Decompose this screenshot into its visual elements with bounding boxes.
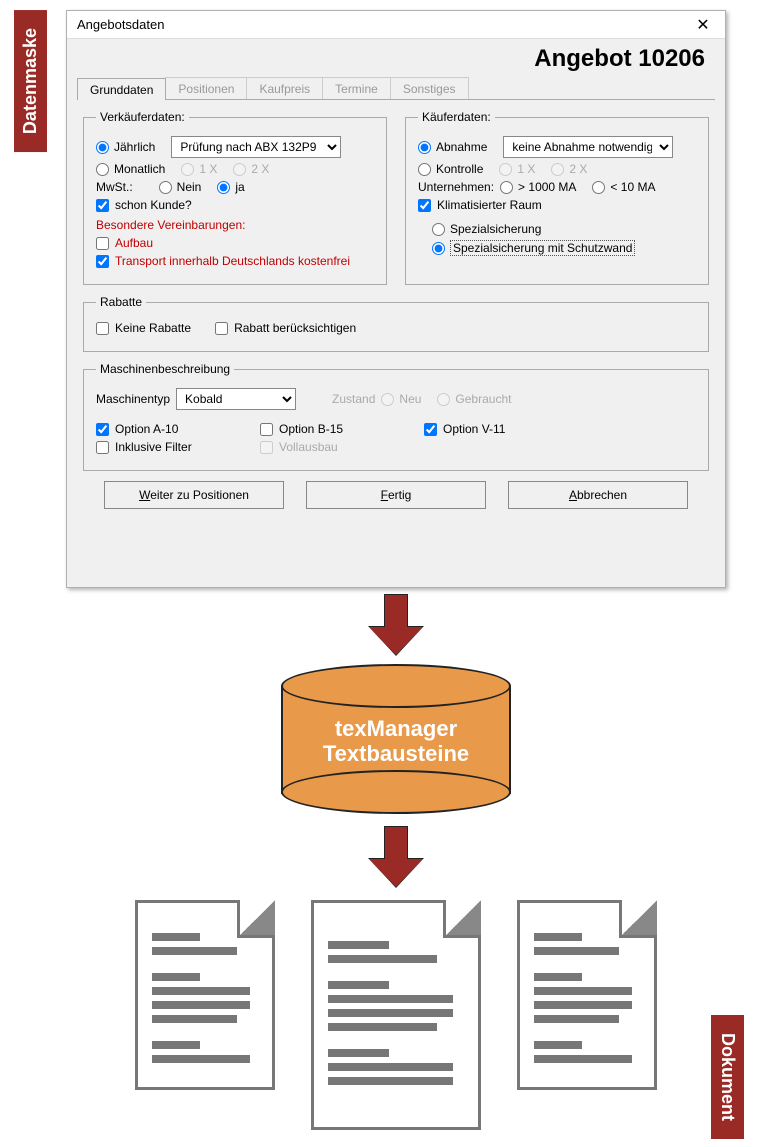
combo-abnahme[interactable]: keine Abnahme notwendig <box>503 136 673 158</box>
tab-termine[interactable]: Termine <box>322 77 391 99</box>
machine-legend: Maschinenbeschreibung <box>96 362 234 376</box>
fieldset-machine: Maschinenbeschreibung Maschinentyp Kobal… <box>83 362 709 471</box>
radio-seller-2x <box>233 163 246 176</box>
label-rabatt-beruecks: Rabatt berücksichtigen <box>234 321 356 335</box>
radio-zustand-neu <box>381 393 394 406</box>
radio-monatlich[interactable] <box>96 163 109 176</box>
chk-schon-kunde[interactable] <box>96 199 109 212</box>
document-icon <box>135 900 275 1090</box>
fieldset-buyer: Käuferdaten: Abnahme keine Abnahme notwe… <box>405 110 709 285</box>
label-jaehrlich: Jährlich <box>114 140 155 154</box>
label-kontrolle: Kontrolle <box>436 162 483 176</box>
tab-grunddaten[interactable]: Grunddaten <box>77 78 166 100</box>
label-keine-rabatte: Keine Rabatte <box>115 321 191 335</box>
chk-klima[interactable] <box>418 199 431 212</box>
chk-option-a10[interactable] <box>96 423 109 436</box>
chk-vollausbau <box>260 441 273 454</box>
dialog-window: Angebotsdaten ✕ Angebot 10206 Grunddaten… <box>66 10 726 588</box>
label-monatlich: Monatlich <box>114 162 165 176</box>
label-buyer-1x: 1 X <box>517 162 535 176</box>
label-schon-kunde: schon Kunde? <box>115 198 192 212</box>
label-mwst: MwSt.: <box>96 180 133 194</box>
label-klima: Klimatisierter Raum <box>437 198 542 212</box>
label-zustand: Zustand <box>332 392 375 406</box>
rabatte-legend: Rabatte <box>96 295 146 309</box>
fieldset-seller: Verkäuferdaten: Jährlich Prüfung nach AB… <box>83 110 387 285</box>
combo-pruefung[interactable]: Prüfung nach ABX 132P9 <box>171 136 341 158</box>
radio-abnahme[interactable] <box>418 141 431 154</box>
side-label-datenmaske: Datenmaske <box>14 10 47 152</box>
label-aufbau: Aufbau <box>115 236 153 250</box>
label-gt1000: > 1000 MA <box>518 180 576 194</box>
radio-kontrolle[interactable] <box>418 163 431 176</box>
document-icon <box>517 900 657 1090</box>
close-icon[interactable]: ✕ <box>687 15 719 35</box>
tab-kaufpreis[interactable]: Kaufpreis <box>246 77 323 99</box>
chk-rabatt-beruecks[interactable] <box>215 322 228 335</box>
radio-buyer-2x <box>551 163 564 176</box>
cylinder-line1: texManager <box>281 716 511 741</box>
label-buyer-2x: 2 X <box>569 162 587 176</box>
combo-maschinentyp[interactable]: Kobald <box>176 388 296 410</box>
radio-jaehrlich[interactable] <box>96 141 109 154</box>
seller-legend: Verkäuferdaten: <box>96 110 189 124</box>
label-spezial1: Spezialsicherung <box>450 222 541 236</box>
radio-gt1000[interactable] <box>500 181 513 194</box>
radio-spezial2[interactable] <box>432 242 445 255</box>
tab-sonstiges[interactable]: Sonstiges <box>390 77 469 99</box>
label-maschinentyp: Maschinentyp <box>96 392 170 406</box>
tab-positionen[interactable]: Positionen <box>165 77 247 99</box>
window-title: Angebotsdaten <box>77 17 164 32</box>
label-lt10: < 10 MA <box>610 180 655 194</box>
radio-seller-1x <box>181 163 194 176</box>
label-option-b15: Option B-15 <box>279 422 343 436</box>
label-option-v11: Option V-11 <box>443 422 505 436</box>
btn-weiter-positionen[interactable]: Weiter zu Positionen <box>104 481 284 509</box>
chk-option-v11[interactable] <box>424 423 437 436</box>
label-zustand-neu: Neu <box>399 392 421 406</box>
label-vollausbau: Vollausbau <box>279 440 338 454</box>
btn-abbrechen[interactable]: Abbrechen <box>508 481 688 509</box>
cylinder-line2: Textbausteine <box>281 741 511 766</box>
btn-fertig[interactable]: Fertig <box>306 481 486 509</box>
chk-transport[interactable] <box>96 255 109 268</box>
radio-lt10[interactable] <box>592 181 605 194</box>
database-cylinder-icon: texManager Textbausteine <box>281 664 511 814</box>
label-seller-2x: 2 X <box>251 162 269 176</box>
radio-spezial1[interactable] <box>432 223 445 236</box>
radio-mwst-ja[interactable] <box>217 181 230 194</box>
chk-keine-rabatte[interactable] <box>96 322 109 335</box>
bv-header: Besondere Vereinbarungen: <box>96 218 374 232</box>
chk-inklusive-filter[interactable] <box>96 441 109 454</box>
chk-aufbau[interactable] <box>96 237 109 250</box>
page-title: Angebot 10206 <box>67 39 725 77</box>
label-abnahme: Abnahme <box>436 140 487 154</box>
label-mwst-ja: ja <box>235 180 244 194</box>
arrow-down-icon <box>369 826 423 888</box>
label-transport: Transport innerhalb Deutschlands kostenf… <box>115 254 350 268</box>
label-zustand-gebraucht: Gebraucht <box>455 392 511 406</box>
document-icon <box>311 900 481 1130</box>
label-seller-1x: 1 X <box>199 162 217 176</box>
arrow-down-icon <box>369 594 423 656</box>
chk-option-b15[interactable] <box>260 423 273 436</box>
documents-row <box>135 900 657 1130</box>
fieldset-rabatte: Rabatte Keine Rabatte Rabatt berücksicht… <box>83 295 709 352</box>
label-inklusive-filter: Inklusive Filter <box>115 440 192 454</box>
titlebar: Angebotsdaten ✕ <box>67 11 725 39</box>
label-mwst-nein: Nein <box>177 180 202 194</box>
label-spezial2: Spezialsicherung mit Schutzwand <box>450 240 635 256</box>
buyer-legend: Käuferdaten: <box>418 110 495 124</box>
radio-buyer-1x <box>499 163 512 176</box>
label-unternehmen: Unternehmen: <box>418 180 494 194</box>
label-option-a10: Option A-10 <box>115 422 178 436</box>
radio-zustand-gebraucht <box>437 393 450 406</box>
tabstrip: Grunddaten Positionen Kaufpreis Termine … <box>77 77 715 100</box>
radio-mwst-nein[interactable] <box>159 181 172 194</box>
